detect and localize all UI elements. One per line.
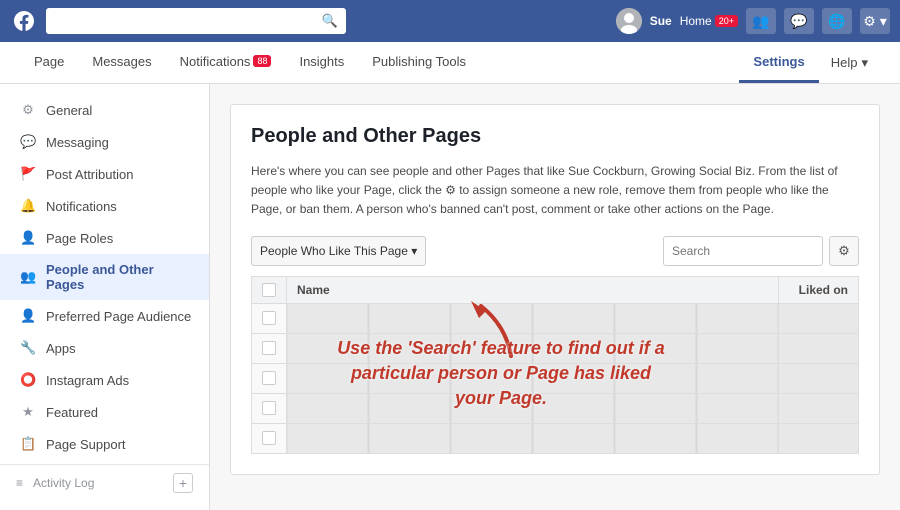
- filter-gear-button[interactable]: ⚙: [829, 236, 859, 266]
- sidebar-item-instagram-ads[interactable]: ⭕ Instagram Ads: [0, 364, 209, 396]
- content-description: Here's where you can see people and othe…: [251, 162, 859, 220]
- sidebar-label-instagram-ads: Instagram Ads: [46, 373, 129, 388]
- main-layout: ⚙ General 💬 Messaging 🚩 Post Attribution…: [0, 84, 900, 510]
- select-all-checkbox[interactable]: [262, 283, 276, 297]
- page-nav: Page Messages Notifications 88 Insights …: [0, 42, 900, 84]
- top-search-bar[interactable]: Sue Cockburn, Growing Social Biz 🔍: [46, 8, 346, 34]
- content-area: People and Other Pages Here's where you …: [210, 84, 900, 510]
- friends-icon-btn[interactable]: 👥: [746, 8, 776, 34]
- row-checkbox[interactable]: [262, 311, 276, 325]
- sidebar-footer: ≡ Activity Log +: [0, 464, 209, 501]
- sidebar-label-featured: Featured: [46, 405, 98, 420]
- sidebar-item-post-attribution[interactable]: 🚩 Post Attribution: [0, 158, 209, 190]
- sidebar-item-preferred-page-audience[interactable]: 👤 Preferred Page Audience: [0, 300, 209, 332]
- blurred-date-cell: [779, 363, 859, 393]
- sidebar-item-notifications[interactable]: 🔔 Notifications: [0, 190, 209, 222]
- table-row: [252, 423, 859, 453]
- search-icon: 🔍: [322, 13, 338, 29]
- people-icon: 👥: [20, 269, 36, 285]
- blurred-date-cell: [779, 303, 859, 333]
- bell-icon: 🔔: [20, 198, 36, 214]
- instagram-icon: ⭕: [20, 372, 36, 388]
- sidebar-item-page-roles[interactable]: 👤 Page Roles: [0, 222, 209, 254]
- add-button[interactable]: +: [173, 473, 193, 493]
- home-button[interactable]: Home 20+: [680, 14, 738, 28]
- blurred-date-cell: [779, 393, 859, 423]
- search-input[interactable]: Sue Cockburn, Growing Social Biz: [54, 14, 316, 29]
- person2-icon: 👤: [20, 308, 36, 324]
- sidebar-label-general: General: [46, 103, 92, 118]
- nav-publishing-tools[interactable]: Publishing Tools: [358, 42, 480, 83]
- sidebar-label-messaging: Messaging: [46, 135, 109, 150]
- user-name: Sue: [650, 14, 672, 28]
- message-icon: 💬: [20, 134, 36, 150]
- annotation-text: Use the 'Search' feature to find out if …: [331, 336, 671, 412]
- wrench-icon: 🔧: [20, 340, 36, 356]
- nav-notifications[interactable]: Notifications 88: [166, 42, 286, 83]
- row-checkbox[interactable]: [262, 371, 276, 385]
- sidebar-label-post-attribution: Post Attribution: [46, 167, 133, 182]
- person-icon: 👤: [20, 230, 36, 246]
- top-bar-right: Sue Home 20+ 👥 💬 🌐 ⚙ ▾: [616, 8, 890, 34]
- sidebar-item-people-other-pages[interactable]: 👥 People and Other Pages: [0, 254, 209, 300]
- gear-icon: ⚙: [20, 102, 36, 118]
- col-liked-on: Liked on: [779, 276, 859, 303]
- sidebar: ⚙ General 💬 Messaging 🚩 Post Attribution…: [0, 84, 210, 510]
- sidebar-label-notifications: Notifications: [46, 199, 117, 214]
- sidebar-label-page-support: Page Support: [46, 437, 126, 452]
- nav-help[interactable]: Help ▾: [819, 42, 880, 83]
- nav-settings[interactable]: Settings: [739, 42, 818, 83]
- row-checkbox[interactable]: [262, 341, 276, 355]
- avatar: [616, 8, 642, 34]
- star-icon: ★: [20, 404, 36, 420]
- blurred-name-cell: [287, 423, 779, 453]
- table-row: [252, 303, 859, 333]
- nav-page[interactable]: Page: [20, 42, 78, 83]
- sidebar-label-people-other-pages: People and Other Pages: [46, 262, 193, 292]
- sidebar-item-general[interactable]: ⚙ General: [0, 94, 209, 126]
- search-input[interactable]: [663, 236, 823, 266]
- sidebar-label-preferred-page-audience: Preferred Page Audience: [46, 309, 191, 324]
- clipboard-icon: 📋: [20, 436, 36, 452]
- blurred-name-cell: [287, 303, 779, 333]
- sidebar-item-page-support[interactable]: 📋 Page Support: [0, 428, 209, 460]
- row-checkbox[interactable]: [262, 401, 276, 415]
- page-title: People and Other Pages: [251, 125, 859, 148]
- top-bar: Sue Cockburn, Growing Social Biz 🔍 Sue H…: [0, 0, 900, 42]
- sidebar-item-featured[interactable]: ★ Featured: [0, 396, 209, 428]
- nav-messages[interactable]: Messages: [78, 42, 165, 83]
- col-name: Name: [287, 276, 779, 303]
- nav-insights[interactable]: Insights: [285, 42, 358, 83]
- sidebar-item-apps[interactable]: 🔧 Apps: [0, 332, 209, 364]
- page-nav-right: Settings Help ▾: [739, 42, 880, 83]
- blurred-date-cell: [779, 333, 859, 363]
- col-checkbox: [252, 276, 287, 303]
- blurred-date-cell: [779, 423, 859, 453]
- settings-icon-btn[interactable]: ⚙ ▾: [860, 8, 890, 34]
- sidebar-label-page-roles: Page Roles: [46, 231, 113, 246]
- sidebar-label-activity-log: Activity Log: [33, 476, 94, 490]
- filter-label: People Who Like This Page ▾: [260, 244, 417, 258]
- table-wrapper: Name Liked on: [251, 276, 859, 454]
- sidebar-item-messaging[interactable]: 💬 Messaging: [0, 126, 209, 158]
- sidebar-label-apps: Apps: [46, 341, 76, 356]
- notification-badge: 88: [253, 55, 271, 67]
- flag-icon: 🚩: [20, 166, 36, 182]
- messages-icon-btn[interactable]: 💬: [784, 8, 814, 34]
- list-icon: ≡: [16, 476, 23, 490]
- globe-icon-btn[interactable]: 🌐: [822, 8, 852, 34]
- row-checkbox[interactable]: [262, 431, 276, 445]
- people-filter-select[interactable]: People Who Like This Page ▾: [251, 236, 426, 266]
- fb-logo: [10, 7, 38, 35]
- search-input-wrap: ⚙: [663, 236, 859, 266]
- filter-row: People Who Like This Page ▾ ⚙: [251, 236, 859, 266]
- content-card: People and Other Pages Here's where you …: [230, 104, 880, 475]
